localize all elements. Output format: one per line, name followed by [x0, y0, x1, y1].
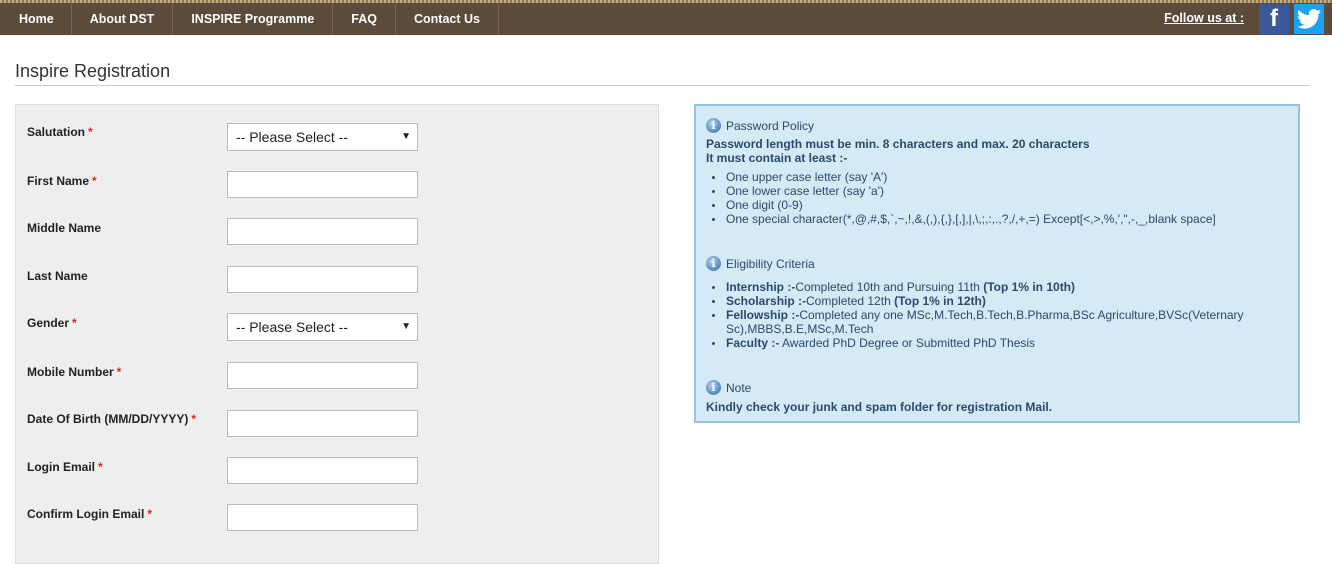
info-panel: i Password Policy Password length must b… — [694, 104, 1300, 423]
facebook-icon[interactable]: f — [1259, 4, 1289, 34]
password-policy-section: i Password Policy Password length must b… — [706, 118, 1216, 226]
info-icon: i — [706, 380, 721, 395]
first-name-input[interactable] — [227, 171, 418, 198]
password-length-rule: Password length must be min. 8 character… — [706, 137, 1090, 151]
twitter-icon[interactable] — [1294, 4, 1324, 34]
middle-name-label: Middle Name — [27, 221, 102, 235]
info-icon: i — [706, 256, 721, 271]
list-item: One upper case letter (say 'A') — [706, 170, 1216, 184]
note-heading: i Note — [706, 380, 1052, 395]
eligibility-title: Eligibility Criteria — [726, 256, 815, 271]
twitter-bird-icon — [1297, 9, 1321, 29]
info-icon: i — [706, 118, 721, 133]
middle-name-input[interactable] — [227, 218, 418, 245]
password-policy-heading: i Password Policy — [706, 118, 1216, 133]
list-item: One lower case letter (say 'a') — [706, 184, 1216, 198]
salutation-select[interactable]: -- Please Select -- ▼ — [227, 123, 418, 151]
chevron-down-icon: ▼ — [401, 321, 411, 332]
last-name-input[interactable] — [227, 266, 418, 293]
last-name-label: Last Name — [27, 269, 88, 283]
page-title: Inspire Registration — [15, 61, 171, 81]
nav-inspire-programme[interactable]: INSPIRE Programme — [173, 3, 334, 35]
salutation-label: Salutation * — [27, 125, 93, 139]
nav-about-dst[interactable]: About DST — [72, 3, 174, 35]
eligibility-list: Internship :-Completed 10th and Pursuing… — [706, 280, 1266, 350]
mobile-number-input[interactable] — [227, 362, 418, 389]
list-item: Internship :-Completed 10th and Pursuing… — [706, 280, 1266, 294]
confirm-login-email-input[interactable] — [227, 504, 418, 531]
login-email-input[interactable] — [227, 457, 418, 484]
list-item: One special character(*,@,#,$,`,~,!,&,(,… — [706, 212, 1216, 226]
list-item: Faculty :- Awarded PhD Degree or Submitt… — [706, 336, 1266, 350]
gender-select[interactable]: -- Please Select -- ▼ — [227, 313, 418, 341]
note-title: Note — [726, 380, 752, 395]
chevron-down-icon: ▼ — [401, 131, 411, 142]
date-of-birth-label: Date Of Birth (MM/DD/YYYY) * — [27, 412, 197, 426]
gender-label: Gender * — [27, 316, 77, 330]
nav-home[interactable]: Home — [0, 3, 72, 35]
nav-contact-us[interactable]: Contact Us — [396, 3, 499, 35]
top-navigation: Home About DST INSPIRE Programme FAQ Con… — [0, 0, 1332, 35]
password-policy-title: Password Policy — [726, 118, 815, 133]
mobile-number-label: Mobile Number * — [27, 365, 122, 379]
follow-us-link[interactable]: Follow us at : — [1164, 11, 1244, 25]
password-requirements-list: One upper case letter (say 'A') One lowe… — [706, 170, 1216, 226]
note-section: i Note Kindly check your junk and spam f… — [706, 380, 1052, 414]
list-item: Scholarship :-Completed 12th (Top 1% in … — [706, 294, 1266, 308]
registration-form: Salutation * -- Please Select -- ▼ First N… — [15, 104, 659, 564]
confirm-login-email-label: Confirm Login Email * — [27, 507, 153, 521]
login-email-label: Login Email * — [27, 460, 103, 474]
list-item: One digit (0-9) — [706, 198, 1216, 212]
password-contain-rule: It must contain at least :- — [706, 151, 848, 165]
nav-faq[interactable]: FAQ — [333, 3, 396, 35]
note-text: Kindly check your junk and spam folder f… — [706, 400, 1053, 414]
date-of-birth-input[interactable] — [227, 410, 418, 437]
eligibility-section: i Eligibility Criteria Internship :-Comp… — [706, 256, 1266, 350]
first-name-label: First Name * — [27, 174, 97, 188]
eligibility-heading: i Eligibility Criteria — [706, 256, 1266, 271]
title-divider — [15, 85, 1310, 86]
list-item: Fellowship :-Completed any one MSc,M.Tec… — [706, 308, 1266, 336]
